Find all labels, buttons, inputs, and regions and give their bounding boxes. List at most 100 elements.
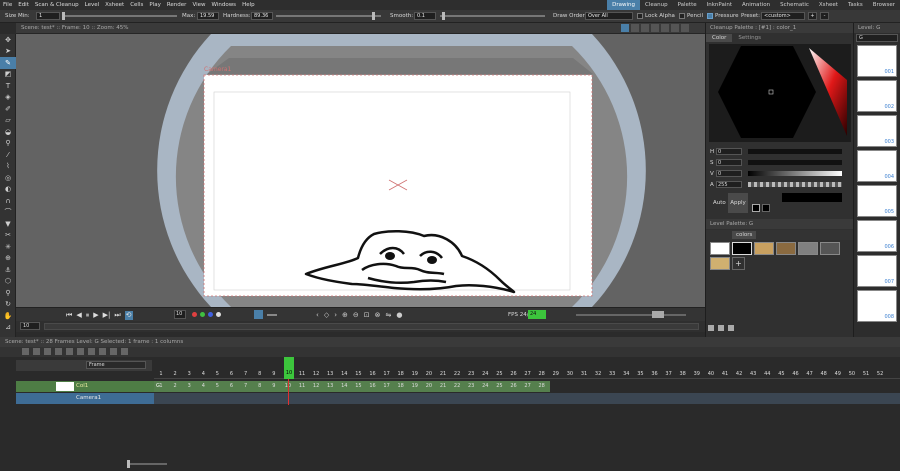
menu-help[interactable]: Help	[239, 2, 258, 8]
color-wheel-area[interactable]	[709, 44, 851, 142]
level-frame[interactable]: 007	[857, 255, 897, 287]
ruler-tool-icon[interactable]: ⊿	[0, 322, 16, 334]
pump-tool-icon[interactable]: ◐	[0, 184, 16, 196]
blue-channel-icon[interactable]	[208, 312, 213, 317]
auto-button[interactable]: Auto	[710, 199, 729, 207]
h-field[interactable]: 0	[716, 148, 742, 155]
room-tasks[interactable]: Tasks	[843, 0, 868, 10]
zoom-slider[interactable]	[576, 311, 686, 318]
remove-icon[interactable]	[88, 348, 95, 355]
pressure-checkbox[interactable]	[707, 13, 713, 19]
type-tool-icon[interactable]: T	[0, 80, 16, 92]
fps-field[interactable]: 24	[528, 310, 546, 319]
smooth-field[interactable]: 0.1	[414, 12, 436, 20]
smooth-slider[interactable]	[440, 12, 545, 20]
room-inknpaint[interactable]: InknPaint	[702, 0, 737, 10]
3d-view-icon[interactable]	[631, 24, 639, 32]
play-icon[interactable]: ▶	[93, 311, 98, 320]
control-point-editor-icon[interactable]: ⌇	[0, 161, 16, 173]
brush-tool-icon[interactable]: ✎	[0, 57, 16, 69]
repeat-icon[interactable]	[66, 348, 73, 355]
room-animation[interactable]: Animation	[737, 0, 775, 10]
new-raster-level-icon[interactable]	[44, 348, 51, 355]
frame-slider[interactable]	[44, 323, 699, 330]
frame-zoom-dropdown[interactable]: Frame	[86, 361, 146, 369]
level-select[interactable]: G	[856, 34, 898, 42]
palette-page-tab[interactable]: colors	[732, 231, 757, 239]
camera-view-icon[interactable]	[621, 24, 629, 32]
preset-select[interactable]: <custom>	[761, 12, 805, 20]
preset-remove-button[interactable]: -	[820, 12, 829, 20]
camera-stand-icon[interactable]	[641, 24, 649, 32]
room-cleanup[interactable]: Cleanup	[640, 0, 673, 10]
zoom-tool-icon[interactable]: ⚲	[0, 287, 16, 299]
last-frame-icon[interactable]: ⏭	[114, 311, 120, 320]
prev-key-icon[interactable]: ‹	[316, 311, 319, 319]
first-frame-icon[interactable]: ⏮	[66, 311, 72, 320]
fill-tool-icon[interactable]: ◈	[0, 92, 16, 104]
camera1-cells[interactable]	[154, 393, 900, 404]
room-drawing[interactable]: Drawing	[607, 0, 640, 10]
fill-empty-icon[interactable]	[121, 348, 128, 355]
a-slider[interactable]	[748, 182, 842, 187]
paint-brush-tool-icon[interactable]: ✐	[0, 103, 16, 115]
reframe-icon[interactable]	[55, 348, 62, 355]
pause-icon[interactable]: ⏸	[86, 311, 90, 320]
zoom-out-icon[interactable]: ⊖	[353, 311, 359, 319]
eraser-tool-icon[interactable]: ▱	[0, 115, 16, 127]
level-frame[interactable]: 006	[857, 220, 897, 252]
palette-swatch-3[interactable]	[776, 242, 796, 255]
col1-cells[interactable]: G 12345678910111213141516171819202122232…	[154, 381, 550, 392]
tape-tool-icon[interactable]: ◒	[0, 126, 16, 138]
a-field[interactable]: 255	[716, 181, 742, 188]
menu-file[interactable]: File	[0, 2, 15, 8]
pinch-tool-icon[interactable]: ◎	[0, 172, 16, 184]
draw-order-select[interactable]: Over All	[585, 12, 633, 20]
tab-settings[interactable]: Settings	[732, 34, 767, 42]
green-channel-icon[interactable]	[200, 312, 205, 317]
menu-render[interactable]: Render	[164, 2, 190, 8]
menu-cells[interactable]: Cells	[127, 2, 146, 8]
hook-tool-icon[interactable]: ⚓	[0, 264, 16, 276]
loop-icon[interactable]: ⟲	[124, 311, 133, 320]
add-style-button[interactable]: +	[732, 257, 745, 270]
tab-color[interactable]: Color	[706, 34, 733, 42]
menu-scan-cleanup[interactable]: Scan & Cleanup	[32, 2, 82, 8]
frame-slider-field[interactable]: 10	[20, 322, 40, 330]
palette-swatch-4[interactable]	[798, 242, 818, 255]
level-frame[interactable]: 002	[857, 80, 897, 112]
save-palette-icon[interactable]	[718, 325, 724, 331]
alpha-channel-icon[interactable]	[216, 312, 221, 317]
fit-icon[interactable]: ⊡	[364, 311, 370, 319]
menu-edit[interactable]: Edit	[15, 2, 32, 8]
s-slider[interactable]	[748, 160, 842, 165]
level-frame[interactable]: 008	[857, 290, 897, 322]
max-field[interactable]: 19.59	[197, 12, 219, 20]
next-key-icon[interactable]: ›	[334, 311, 337, 319]
iron-tool-icon[interactable]: ▼	[0, 218, 16, 230]
rgb-picker-tool-icon[interactable]: ⁄	[0, 149, 16, 161]
sub-camera-preview-icon[interactable]	[681, 24, 689, 32]
hardness-field[interactable]: 89.36	[251, 12, 273, 20]
hand-tool-icon[interactable]: ✋	[0, 310, 16, 322]
new-toonz-raster-icon[interactable]	[33, 348, 40, 355]
insert-icon[interactable]	[77, 348, 84, 355]
menu-level[interactable]: Level	[82, 2, 103, 8]
table-view-icon[interactable]	[651, 24, 659, 32]
lock-alpha-checkbox[interactable]	[637, 13, 643, 19]
scene-viewer[interactable]: Camera1	[16, 34, 705, 307]
level-frame[interactable]: 004	[857, 150, 897, 182]
size-min-slider[interactable]	[62, 12, 177, 20]
bender-tool-icon[interactable]: ⌒	[0, 207, 16, 219]
palette-swatch-5[interactable]	[820, 242, 840, 255]
animate-tool-icon[interactable]: ✥	[0, 34, 16, 46]
prev-frame-icon[interactable]: ◀	[76, 311, 81, 320]
lock-palette-icon[interactable]	[708, 325, 714, 331]
v-slider[interactable]	[748, 171, 842, 176]
geometric-tool-icon[interactable]: ◩	[0, 69, 16, 81]
skeleton-tool-icon[interactable]: ✳	[0, 241, 16, 253]
xsheet-zoom-slider[interactable]	[127, 460, 167, 468]
s-field[interactable]: 0	[716, 159, 742, 166]
menu-view[interactable]: View	[189, 2, 208, 8]
size-min-field[interactable]: 1	[36, 12, 60, 20]
